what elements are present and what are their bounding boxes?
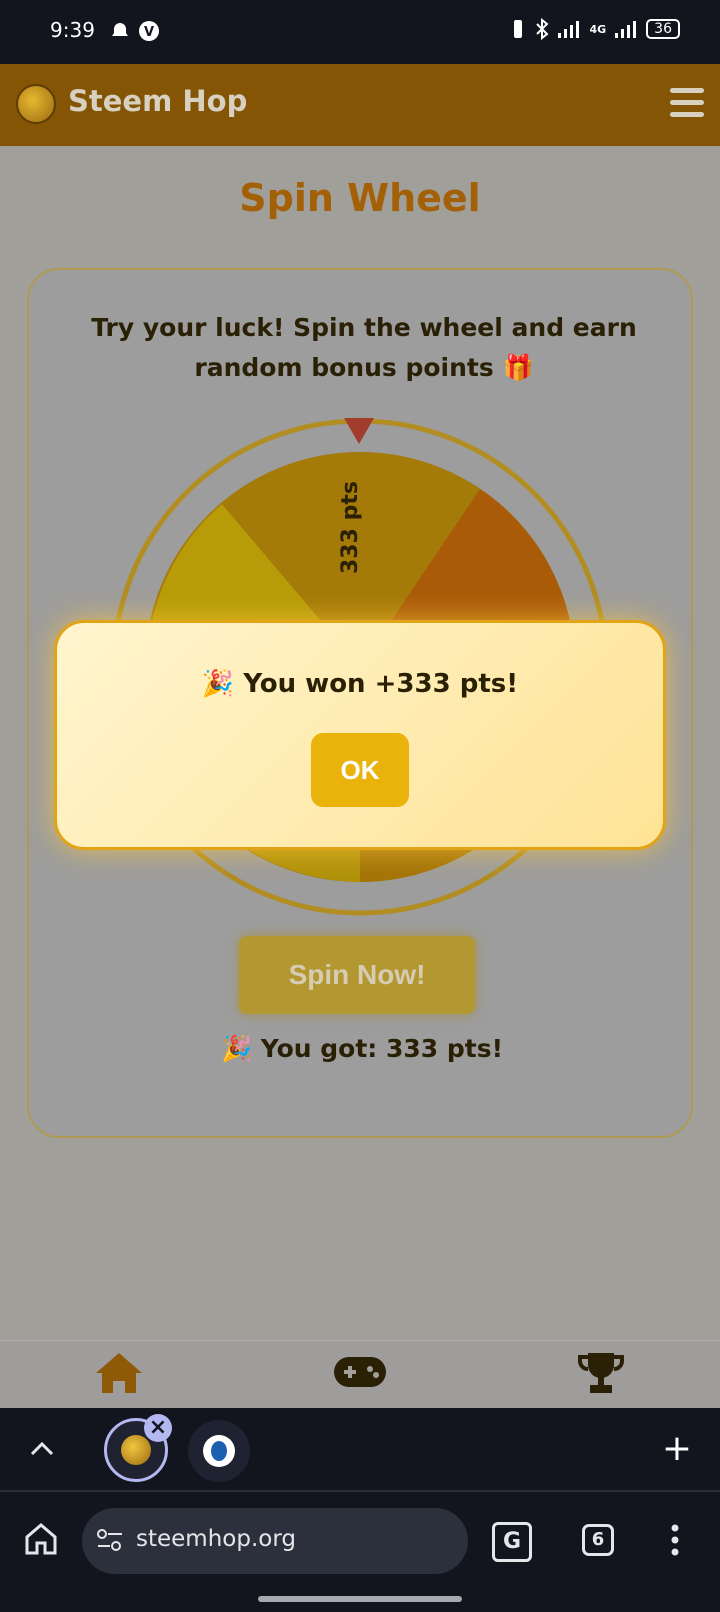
result-text: 🎉 You got: 333 pts!: [220, 1034, 504, 1063]
ok-button[interactable]: OK: [311, 733, 409, 807]
vibrate-icon: [514, 20, 523, 38]
status-icons: 4G 36: [509, 18, 680, 40]
notification-icon: [112, 23, 128, 36]
browser-toolbar: steemhop.org G 6: [0, 1490, 720, 1612]
translate-icon[interactable]: G: [492, 1522, 532, 1562]
bluetooth-icon: [536, 18, 549, 40]
url-field[interactable]: steemhop.org: [82, 1508, 468, 1574]
vpn-icon: V: [139, 21, 159, 41]
home-nav-icon[interactable]: [94, 1351, 144, 1395]
app-title[interactable]: Steem Hop: [68, 84, 247, 118]
page-title: Spin Wheel: [239, 176, 481, 220]
svg-text:V: V: [144, 25, 154, 40]
leaderboard-nav-icon[interactable]: [578, 1351, 624, 1397]
chevron-up-icon[interactable]: [28, 1436, 56, 1460]
wheel-pointer-icon: [344, 418, 374, 444]
browser-tab-strip: × +: [0, 1408, 720, 1490]
wheel-label: 333 pts: [338, 481, 363, 574]
bottom-nav: [0, 1340, 720, 1408]
battery-indicator: 36: [646, 19, 680, 39]
new-tab-button[interactable]: +: [662, 1428, 692, 1469]
spin-now-button[interactable]: Spin Now!: [239, 936, 475, 1014]
network-type: 4G: [589, 22, 607, 36]
status-time: 9:39: [50, 18, 95, 42]
steemhop-favicon-icon: [121, 1435, 151, 1465]
gesture-bar[interactable]: [258, 1596, 462, 1602]
more-options-icon[interactable]: [668, 1522, 682, 1558]
win-dialog: 🎉 You won +333 pts! OK: [54, 620, 666, 850]
app-bar: Steem Hop: [0, 64, 720, 146]
menu-icon[interactable]: [670, 88, 704, 120]
app-logo[interactable]: [16, 84, 56, 124]
browser-home-icon[interactable]: [24, 1522, 58, 1556]
signal-icon: [558, 21, 580, 38]
signal-icon-2: [615, 21, 637, 38]
dialog-message: 🎉 You won +333 pts!: [201, 669, 519, 699]
tab-other[interactable]: [188, 1420, 250, 1482]
site-settings-icon[interactable]: [96, 1528, 124, 1552]
games-nav-icon[interactable]: [334, 1357, 386, 1389]
tab-switcher-button[interactable]: 6: [582, 1524, 614, 1556]
intro-text: Try your luck! Spin the wheel and earn r…: [91, 313, 637, 382]
url-text: steemhop.org: [136, 1526, 296, 1552]
status-bar: 9:39 V 4G 36: [0, 0, 720, 64]
site-favicon-icon: [203, 1435, 235, 1467]
tab-close-icon[interactable]: ×: [144, 1414, 172, 1442]
